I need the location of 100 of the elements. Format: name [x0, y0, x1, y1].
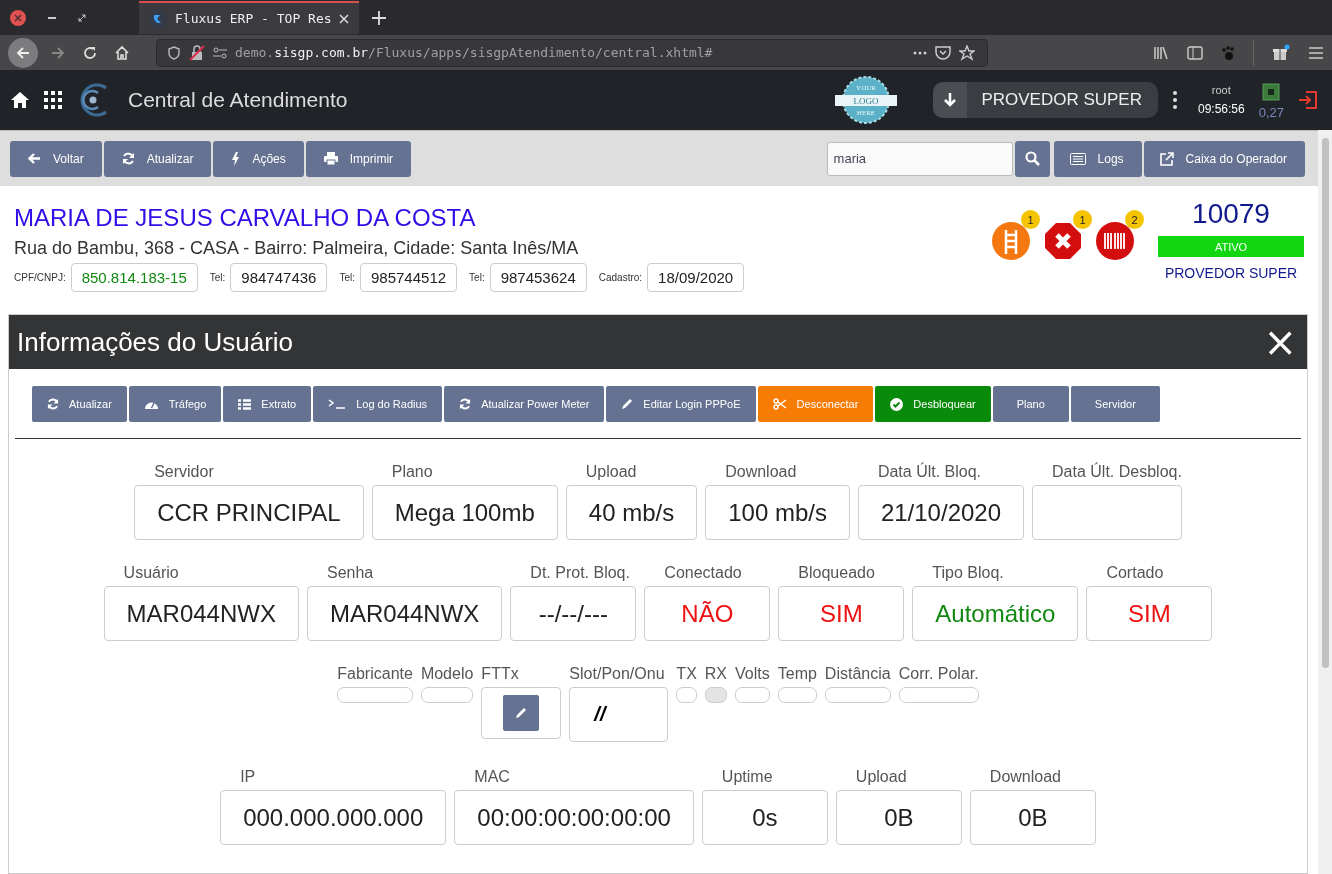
- new-tab-icon[interactable]: [371, 9, 387, 26]
- action-button[interactable]: Desbloquear: [875, 386, 991, 422]
- field-label: Upload: [855, 768, 908, 786]
- field-label: Fabricante: [337, 665, 413, 683]
- field-value: [735, 687, 770, 703]
- sidebar-icon[interactable]: [1187, 45, 1203, 60]
- arrow-left-icon: [28, 152, 41, 165]
- field-value: [777, 687, 817, 703]
- count-badge: 2: [1125, 210, 1144, 229]
- field-value: 21/10/2020: [857, 485, 1025, 540]
- field-value: //: [569, 687, 669, 742]
- reload-icon[interactable]: [82, 44, 98, 61]
- toolbar-button[interactable]: Atualizar: [103, 140, 212, 177]
- terminal-icon: [328, 399, 347, 409]
- back-icon[interactable]: [8, 37, 38, 68]
- field-label: Senha: [326, 564, 375, 582]
- close-window-icon[interactable]: [10, 9, 26, 26]
- restore-icon[interactable]: [78, 13, 86, 22]
- address-bar[interactable]: demo.sisgp.com.br/Fluxus/apps/sisgpAtendimento/central.xhtml#: [156, 38, 988, 67]
- scrollbar[interactable]: [1318, 130, 1332, 874]
- bolt-icon: [231, 151, 241, 166]
- barcode-alert-icon[interactable]: [1096, 222, 1134, 260]
- field-label: Usuário: [123, 564, 180, 582]
- action-button[interactable]: Atualizar: [32, 386, 127, 422]
- user-name: root: [1211, 84, 1231, 96]
- action-button[interactable]: Servidor: [1070, 386, 1160, 422]
- pencil-icon: [621, 398, 634, 410]
- toolbar-button[interactable]: Ações: [213, 140, 304, 177]
- browser-tab[interactable]: Fluxus ERP - TOP Res: [139, 1, 359, 34]
- field-value: 000.000.000.000: [220, 790, 447, 845]
- field-value: Mega 100mb: [371, 485, 558, 540]
- field-label: MAC: [474, 768, 511, 786]
- field-label: Cortado: [1106, 564, 1165, 582]
- close-tab-icon[interactable]: [339, 13, 349, 24]
- field-value: [676, 687, 697, 703]
- field-value: 100 mb/s: [705, 485, 850, 540]
- field-label: RX: [704, 665, 728, 683]
- field-label: Download: [989, 768, 1062, 786]
- field-label: FTTx: [481, 665, 520, 683]
- field-label: Volts: [735, 665, 770, 683]
- field-label: Uptime: [721, 768, 774, 786]
- menu-icon[interactable]: [1308, 45, 1324, 60]
- toolbar-button[interactable]: Voltar: [10, 140, 102, 177]
- minimize-icon[interactable]: [48, 16, 56, 19]
- field-label: Tel:: [469, 272, 485, 283]
- star-icon[interactable]: [959, 44, 975, 61]
- arrow-down-icon: [943, 92, 958, 108]
- action-button[interactable]: Editar Login PPPoE: [606, 386, 756, 422]
- pocket-icon[interactable]: [935, 45, 951, 60]
- action-button[interactable]: Log do Radius: [313, 386, 443, 422]
- provider-name: PROVEDOR SUPER: [1164, 265, 1298, 281]
- field-value: CCR PRINCIPAL: [134, 485, 364, 540]
- action-button[interactable]: Atualizar Power Meter: [444, 386, 605, 422]
- home-icon[interactable]: [10, 91, 30, 109]
- logout-icon[interactable]: [1298, 90, 1318, 110]
- customer-name: MARIA DE JESUS CARVALHO DA COSTA: [14, 204, 477, 232]
- field-label: IP: [240, 768, 257, 786]
- library-icon[interactable]: [1153, 45, 1169, 60]
- url-text: demo.sisgp.com.br/Fluxus/apps/sisgpAtendimento/central.xhtml#: [235, 45, 714, 60]
- action-button[interactable]: Tráfego: [128, 386, 222, 422]
- apps-grid-icon[interactable]: [44, 91, 62, 109]
- field-value: [420, 687, 474, 703]
- refresh-icon: [47, 398, 59, 410]
- edit-button[interactable]: [503, 695, 540, 731]
- search-button[interactable]: [1014, 140, 1050, 177]
- printer-icon: [323, 152, 338, 165]
- clock-time: 09:56:56: [1197, 102, 1245, 116]
- field-label: Dt. Prot. Bloq.: [530, 564, 631, 582]
- provider-button[interactable]: PROVEDOR SUPER: [933, 82, 1158, 118]
- count-badge: 1: [1021, 210, 1040, 229]
- field-label: Temp: [777, 665, 817, 683]
- field-label: Upload: [585, 463, 638, 481]
- gift-icon[interactable]: [1272, 43, 1290, 62]
- status-badge: ATIVO: [1158, 236, 1304, 257]
- field-value: 0B: [969, 790, 1096, 845]
- ladder-alert-icon[interactable]: [992, 222, 1030, 260]
- home-icon[interactable]: [114, 44, 130, 61]
- field-label: TX: [676, 665, 697, 683]
- action-button[interactable]: Extrato: [223, 386, 312, 422]
- field-label: Plano: [391, 463, 434, 481]
- field-label: Modelo: [420, 665, 474, 683]
- forward-icon[interactable]: [50, 44, 66, 61]
- action-button[interactable]: Desconectar: [757, 386, 874, 422]
- field-value: 0B: [835, 790, 962, 845]
- field-value: 987453624: [489, 263, 587, 292]
- more-dots-icon[interactable]: [913, 50, 927, 55]
- pencil-icon: [515, 707, 528, 719]
- toolbar-button[interactable]: Logs: [1053, 140, 1142, 177]
- kebab-menu-icon[interactable]: [1171, 90, 1178, 110]
- field-value: --/--/---: [510, 586, 637, 641]
- action-button[interactable]: Plano: [992, 386, 1069, 422]
- close-button[interactable]: ×: [1263, 324, 1297, 360]
- field-label: Servidor: [154, 463, 215, 481]
- toolbar-button[interactable]: Caixa do Operador: [1143, 140, 1305, 177]
- error-alert-icon[interactable]: [1044, 222, 1082, 260]
- toolbar-button[interactable]: Imprimir: [305, 140, 412, 177]
- list-icon: [1069, 152, 1086, 165]
- search-field[interactable]: maria: [826, 141, 1013, 176]
- chip-icon: [1260, 80, 1283, 103]
- field-value: 18/09/2020: [647, 263, 745, 292]
